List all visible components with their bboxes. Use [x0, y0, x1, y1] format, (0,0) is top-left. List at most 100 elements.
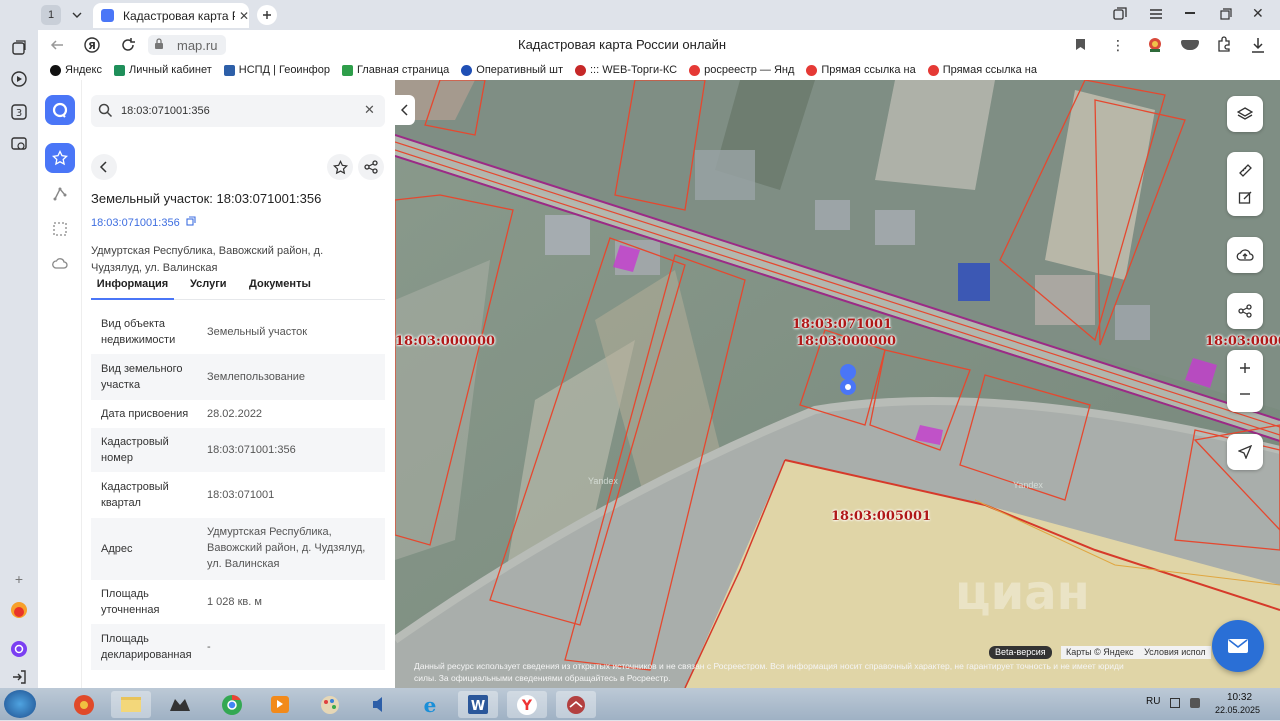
map-view[interactable]: 18:03:000000 18:03:071001 18:03:000000 1… — [395, 80, 1280, 688]
bookmark-item[interactable]: Яндекс — [50, 64, 102, 76]
layers-icon — [1237, 107, 1253, 120]
yandex-app-icon[interactable] — [10, 601, 28, 619]
tab-services[interactable]: Услуги — [190, 276, 227, 292]
tab-list-chevron-icon[interactable] — [67, 5, 87, 25]
favorites-star-icon[interactable] — [45, 143, 75, 173]
info-value: Земельный участок — [207, 326, 308, 338]
back-arrow-icon[interactable] — [50, 38, 64, 55]
start-button-icon[interactable] — [4, 690, 36, 718]
upload-button[interactable] — [1227, 237, 1263, 273]
mail-button[interactable] — [1212, 620, 1264, 672]
bookmark-item[interactable]: росреестр — Янд — [689, 64, 794, 76]
media-player-taskbar-icon[interactable] — [260, 691, 300, 718]
clear-search-icon[interactable]: ✕ — [364, 102, 375, 118]
zoom-out-icon[interactable] — [1239, 388, 1251, 400]
tab-counter[interactable]: 1 — [41, 5, 61, 25]
bookmark-item[interactable]: Оперативный шт — [461, 64, 563, 76]
torgi-bookmark-icon — [575, 64, 586, 76]
zoom-in-icon[interactable] — [1239, 362, 1251, 374]
bookmark-icon[interactable] — [1075, 38, 1086, 54]
bookmark-item[interactable]: НСПД | Геоинфор — [223, 64, 330, 76]
map-copyright: Карты © Яндекс Условия испол — [1061, 646, 1211, 659]
collections-icon[interactable] — [10, 39, 28, 57]
browser-side-rail: 3 + — [0, 0, 38, 688]
info-row: Адрес Удмуртская Республика, Вавожский р… — [91, 518, 385, 580]
yandex-logo-icon[interactable]: Я — [84, 37, 100, 56]
bookmark-item[interactable]: Прямая ссылка на — [806, 64, 916, 76]
word-taskbar-icon[interactable]: W — [458, 691, 498, 718]
bookmark-item[interactable]: Главная страница — [341, 64, 449, 76]
share-map-button[interactable] — [1227, 293, 1263, 329]
search-input[interactable] — [121, 101, 351, 121]
minimize-icon[interactable] — [1185, 12, 1195, 14]
edit-icon[interactable] — [1238, 190, 1253, 205]
cadastral-label: 18:03:000000 — [395, 334, 496, 349]
extensions-icon[interactable] — [1216, 36, 1232, 55]
download-icon[interactable] — [1251, 37, 1265, 56]
play-icon[interactable] — [10, 70, 28, 88]
cat-app-taskbar-icon[interactable] — [160, 691, 200, 718]
menu-icon[interactable] — [1149, 8, 1163, 23]
add-panel-icon[interactable]: + — [10, 570, 28, 588]
bookmark-item[interactable]: ::: WEB-Торги-КС — [575, 64, 677, 76]
ruler-icon[interactable] — [1238, 163, 1253, 178]
satellite-map[interactable] — [395, 80, 1280, 688]
alice-icon[interactable] — [10, 640, 28, 658]
battery-icon[interactable] — [1190, 698, 1200, 708]
yandex-browser-taskbar-icon[interactable]: Y — [507, 691, 547, 718]
network-icon[interactable] — [1170, 698, 1180, 708]
search-icon — [98, 103, 113, 121]
clock-date[interactable]: 22.05.2025 — [1215, 705, 1260, 715]
bookmark-item[interactable]: Личный кабинет — [114, 64, 212, 76]
vpn-icon[interactable] — [1181, 40, 1199, 50]
copy-icon[interactable] — [186, 216, 196, 229]
more-menu-icon[interactable]: ⋮ — [1111, 37, 1125, 54]
info-value: 18:03:071001:356 — [207, 444, 296, 456]
clock-time[interactable]: 10:32 — [1227, 692, 1252, 703]
tab-information[interactable]: Информация — [91, 276, 174, 300]
url-pill[interactable]: map.ru — [148, 35, 226, 55]
new-tab-button[interactable] — [257, 5, 277, 25]
back-button[interactable] — [91, 154, 117, 180]
counter-icon[interactable]: 3 — [10, 103, 28, 121]
zoom-group — [1227, 350, 1263, 412]
reload-icon[interactable] — [120, 37, 136, 56]
lock-icon — [154, 38, 164, 53]
measure-icon[interactable] — [52, 186, 68, 205]
extension-badge-icon[interactable] — [1146, 36, 1164, 57]
tab-active[interactable]: Кадастровая карта Рос ✕ — [93, 3, 249, 28]
tab-label: Документы — [249, 278, 311, 290]
cloud-icon[interactable] — [52, 256, 68, 273]
area-select-icon[interactable] — [52, 221, 68, 240]
favorite-button[interactable] — [327, 154, 353, 180]
bookmark-item[interactable]: Прямая ссылка на — [927, 64, 1037, 76]
screenshot-icon[interactable] — [10, 135, 28, 153]
chrome-taskbar-icon[interactable] — [212, 691, 252, 718]
yandex-search-bookmark-icon — [689, 64, 701, 76]
close-window-icon[interactable]: ✕ — [1252, 5, 1264, 22]
chevron-left-icon — [99, 161, 107, 173]
collapse-panel-button[interactable] — [395, 95, 415, 125]
parcel-link[interactable]: 18:03:071001:356 — [91, 216, 196, 229]
tab-documents[interactable]: Документы — [249, 276, 311, 292]
language-indicator[interactable]: RU — [1146, 696, 1160, 707]
tab-label: Информация — [96, 278, 169, 290]
info-value: Удмуртская Республика, Вавожский район, … — [207, 526, 366, 570]
close-tab-icon[interactable]: ✕ — [239, 9, 249, 23]
info-row: Кадастровый номер 18:03:071001:356 — [91, 428, 385, 472]
share-button[interactable] — [358, 154, 384, 180]
app-taskbar-icon[interactable] — [556, 691, 596, 718]
tab-manager-icon[interactable] — [1113, 7, 1127, 24]
paint-taskbar-icon[interactable] — [310, 691, 350, 718]
restore-icon[interactable] — [1220, 8, 1232, 23]
explorer-taskbar-icon[interactable] — [111, 691, 151, 718]
login-icon[interactable] — [10, 669, 28, 687]
app-logo-icon[interactable] — [45, 95, 75, 125]
yandex-watermark: Yandex — [1013, 480, 1043, 490]
speaker-taskbar-icon[interactable] — [360, 691, 400, 718]
layers-button[interactable] — [1227, 96, 1263, 132]
chrome-red-taskbar-icon[interactable] — [64, 691, 104, 718]
terms-link[interactable]: Условия испол — [1144, 647, 1206, 657]
ie-taskbar-icon[interactable]: e — [410, 691, 450, 718]
locate-button[interactable] — [1227, 434, 1263, 470]
